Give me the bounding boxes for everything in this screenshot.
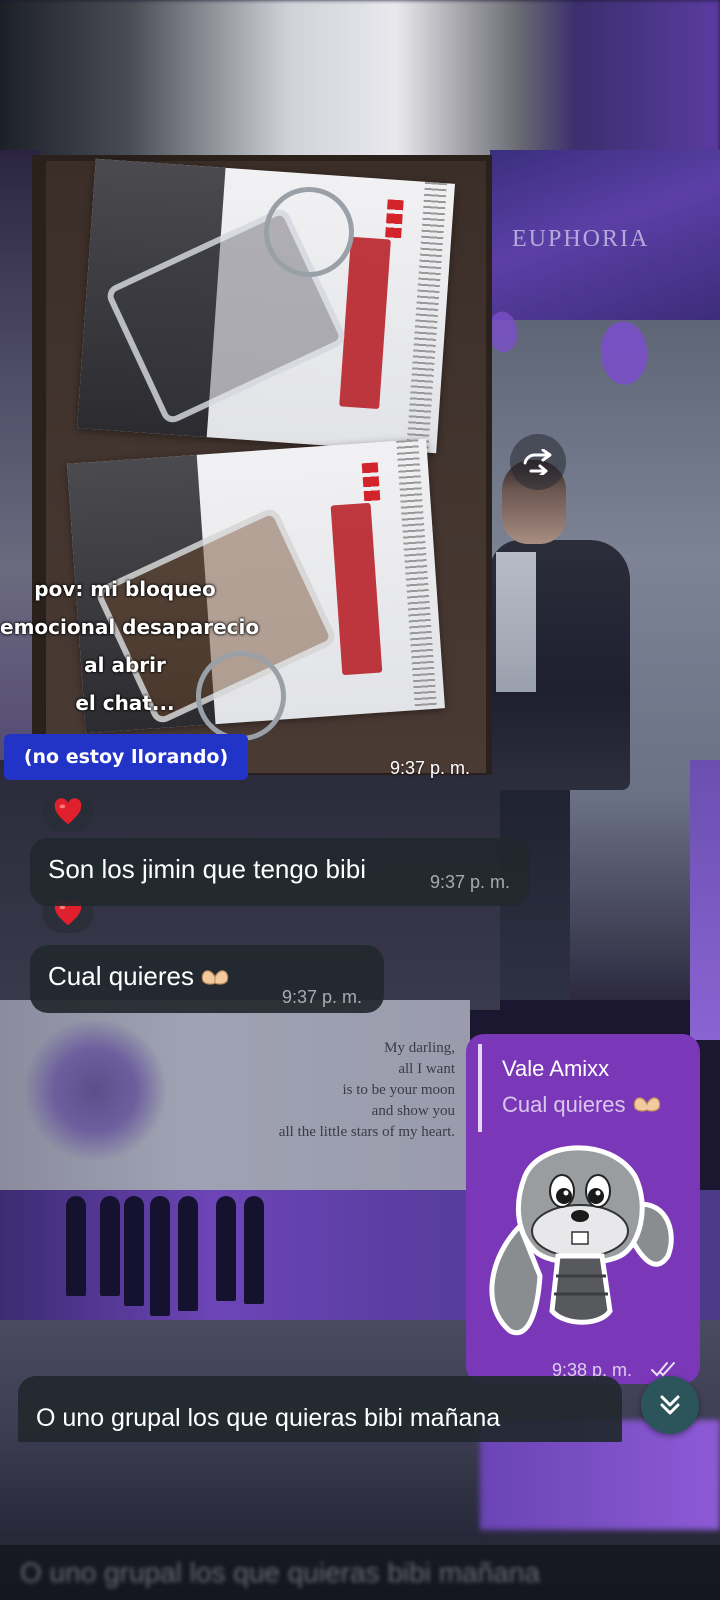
message-text: O uno grupal los que quieras bibi mañana (36, 1404, 501, 1432)
pov-line: pov: mi bloqueo (34, 577, 216, 601)
photo-message-time: 9:37 p. m. (390, 758, 471, 778)
outgoing-sticker-message[interactable]: Vale Amixx Cual quieres 9:38 p. m. (466, 1034, 700, 1384)
forward-button[interactable] (510, 434, 566, 490)
reaction-badge[interactable] (42, 792, 94, 832)
incoming-message[interactable]: Cual quieres 9:37 p. m. (30, 945, 384, 1013)
wallpaper-euphoria-text: EUPHORIA (512, 226, 650, 252)
wallpaper-purple-strip (690, 760, 720, 1040)
message-text: Son los jimin que tengo bibi (48, 854, 366, 884)
pov-line: emocional desaparecio (0, 615, 260, 639)
message-text: Cual quieres (48, 961, 230, 992)
double-chevron-down-icon (660, 1395, 680, 1415)
red-heart-icon (54, 798, 82, 825)
blurred-reflection: O uno grupal los que quieras bibi mañana (0, 1545, 720, 1600)
scroll-to-bottom-button[interactable] (641, 1376, 699, 1434)
incoming-message[interactable]: O uno grupal los que quieras bibi mañana (18, 1376, 622, 1442)
heart-hands-icon (633, 1097, 660, 1112)
wallpaper-ink-blot (20, 1020, 170, 1160)
keyring (264, 187, 354, 277)
wallpaper-poem-text: My darling, all I want is to be your moo… (278, 1040, 455, 1140)
caption-pill: (no estoy llorando) (4, 734, 248, 780)
heart-hands-icon (201, 970, 229, 985)
sad-bunny-sticker (489, 1145, 674, 1336)
wallpaper-person-photo (490, 460, 640, 1000)
wallpaper-top-photo (0, 0, 720, 160)
message-time: 9:37 p. m. (430, 872, 511, 892)
reply-quoted-text: Cual quieres (502, 1092, 662, 1118)
pov-line: al abrir (84, 653, 166, 677)
message-viewport-clip: O uno grupal los que quieras bibi mañana (0, 1370, 720, 1442)
forward-arrow-icon (523, 449, 552, 475)
reply-sender-name: Vale Amixx (502, 1056, 610, 1081)
reply-quote[interactable]: Vale Amixx Cual quieres (478, 1044, 688, 1132)
message-time: 9:37 p. m. (282, 987, 363, 1007)
incoming-message[interactable]: Son los jimin que tengo bibi 9:37 p. m. (30, 838, 530, 906)
pov-caption: pov: mi bloqueo emocional desaparecio al… (0, 570, 260, 722)
pov-line: el chat... (75, 691, 175, 715)
